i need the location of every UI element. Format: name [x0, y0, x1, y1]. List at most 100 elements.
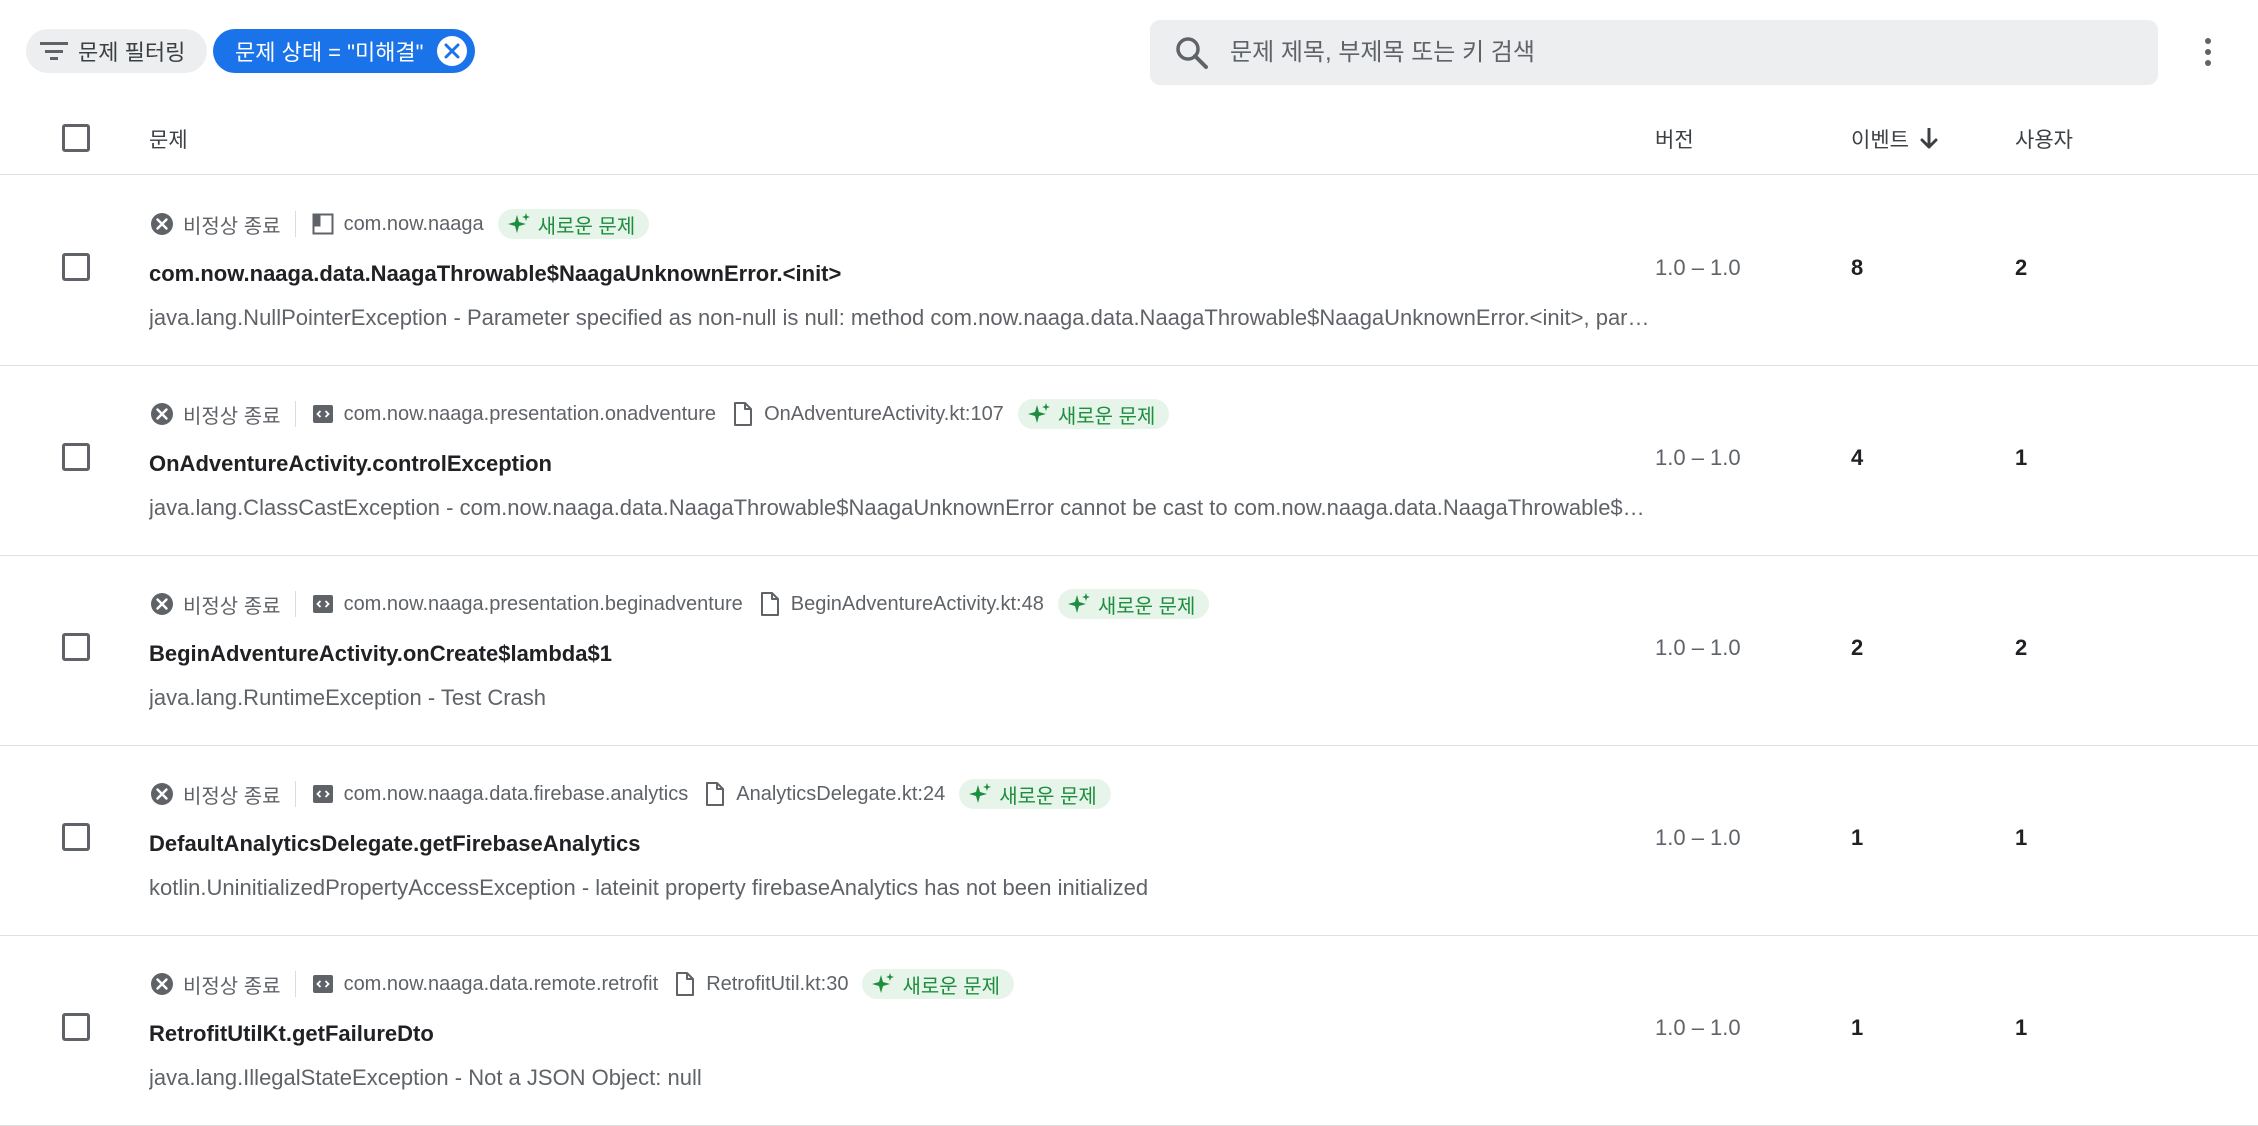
app-icon — [310, 211, 336, 237]
filter-issues-label: 문제 필터링 — [78, 40, 186, 65]
issue-users: 1 — [2015, 1015, 2028, 1040]
new-issue-badge: 새로운 문제 — [1017, 399, 1170, 429]
search-bar[interactable] — [1150, 20, 2158, 85]
column-header-users[interactable]: 사용자 — [2015, 124, 2073, 154]
issue-status-filter-chip[interactable]: 문제 상태 = "미해결" — [213, 29, 476, 73]
issue-meta: 비정상 종료 com.now.naaga.data.remote.retrofi… — [149, 969, 1015, 999]
file-icon — [730, 401, 756, 427]
table-row[interactable]: 비정상 종료 com.now.naaga.data.remote.retrofi… — [0, 935, 2258, 1126]
issue-meta: 비정상 종료 com.now.naaga.presentation.begina… — [149, 589, 1210, 619]
issue-status-filter-label: 문제 상태 = "미해결" — [235, 40, 424, 65]
issue-package: com.now.naaga.presentation.beginadventur… — [343, 592, 743, 615]
issue-type: 비정상 종료 — [183, 785, 281, 808]
row-checkbox[interactable] — [62, 443, 90, 471]
issue-package: com.now.naaga — [343, 212, 484, 235]
crash-icon — [149, 591, 175, 617]
issue-version: 1.0 – 1.0 — [1655, 445, 1741, 470]
issue-meta: 비정상 종료 com.now.naaga.data.firebase.analy… — [149, 779, 1111, 809]
issue-meta: 비정상 종료 com.now.naaga.presentation.onadve… — [149, 399, 1170, 429]
sort-descending-icon — [1919, 128, 1939, 150]
table-row[interactable]: 비정상 종료 com.now.naaga.presentation.begina… — [0, 555, 2258, 746]
sparkle-icon — [1026, 401, 1052, 427]
issue-type: 비정상 종료 — [183, 215, 281, 238]
issue-version: 1.0 – 1.0 — [1655, 825, 1741, 850]
issue-description: kotlin.UninitializedPropertyAccessExcept… — [149, 875, 1149, 900]
toolbar: 문제 필터링 문제 상태 = "미해결" — [0, 0, 2258, 102]
issue-file: BeginAdventureActivity.kt:48 — [790, 592, 1044, 615]
issue-events: 4 — [1851, 445, 1864, 470]
crash-icon — [149, 781, 175, 807]
row-checkbox[interactable] — [62, 253, 90, 281]
issue-events: 1 — [1851, 1015, 1864, 1040]
row-checkbox[interactable] — [62, 1013, 90, 1041]
new-issue-badge: 새로운 문제 — [1057, 589, 1210, 619]
issue-version: 1.0 – 1.0 — [1655, 255, 1741, 280]
issue-version: 1.0 – 1.0 — [1655, 1015, 1741, 1040]
new-issue-label: 새로운 문제 — [537, 215, 636, 238]
issue-type: 비정상 종료 — [183, 975, 281, 998]
code-icon — [310, 781, 336, 807]
filter-issues-chip[interactable]: 문제 필터링 — [26, 29, 208, 73]
issue-title[interactable]: com.now.naaga.data.NaagaThrowable$NaagaU… — [149, 261, 841, 287]
issue-events: 1 — [1851, 825, 1864, 850]
issue-description: java.lang.RuntimeException - Test Crash — [149, 685, 547, 710]
file-icon — [757, 591, 783, 617]
select-all-checkbox[interactable] — [62, 124, 90, 152]
issue-file: AnalyticsDelegate.kt:24 — [736, 782, 946, 805]
new-issue-label: 새로운 문제 — [902, 975, 1001, 998]
issue-file: OnAdventureActivity.kt:107 — [764, 402, 1004, 425]
issue-title[interactable]: OnAdventureActivity.controlException — [149, 451, 552, 477]
issue-meta: 비정상 종료 com.now.naaga 새로운 문제 — [149, 209, 650, 239]
issue-users: 2 — [2015, 255, 2028, 280]
table-row[interactable]: 비정상 종료 com.now.naaga 새로운 문제 com.now.naag… — [0, 175, 2258, 366]
crash-icon — [149, 971, 175, 997]
column-header-version[interactable]: 버전 — [1655, 124, 1694, 154]
issue-type: 비정상 종료 — [183, 405, 281, 428]
issue-title[interactable]: BeginAdventureActivity.onCreate$lambda$1 — [149, 641, 612, 667]
file-icon — [702, 781, 728, 807]
sparkle-icon — [506, 211, 532, 237]
issue-title[interactable]: RetrofitUtilKt.getFailureDto — [149, 1021, 434, 1047]
crash-icon — [149, 401, 175, 427]
issue-users: 2 — [2015, 635, 2028, 660]
table-row[interactable]: 비정상 종료 com.now.naaga.data.firebase.analy… — [0, 745, 2258, 936]
issue-description: java.lang.NullPointerException - Paramet… — [149, 305, 1655, 330]
search-icon — [1174, 35, 1210, 71]
row-checkbox[interactable] — [62, 823, 90, 851]
new-issue-badge: 새로운 문제 — [862, 969, 1015, 999]
issue-package: com.now.naaga.presentation.onadventure — [343, 402, 717, 425]
table-row[interactable]: 비정상 종료 com.now.naaga.presentation.onadve… — [0, 365, 2258, 556]
issue-users: 1 — [2015, 445, 2028, 470]
column-header-issue: 문제 — [149, 129, 188, 152]
code-icon — [310, 401, 336, 427]
code-icon — [310, 971, 336, 997]
new-issue-badge: 새로운 문제 — [959, 779, 1111, 809]
table-header: 문제 버전 이벤트 사용자 — [0, 102, 2258, 175]
column-header-events-label: 이벤트 — [1851, 129, 1909, 152]
new-issue-label: 새로운 문제 — [999, 785, 1097, 808]
file-icon — [672, 971, 698, 997]
sparkle-icon — [1066, 591, 1092, 617]
new-issue-label: 새로운 문제 — [1057, 405, 1156, 428]
column-header-events[interactable]: 이벤트 — [1851, 124, 1939, 154]
crash-icon — [149, 211, 175, 237]
close-icon[interactable] — [437, 36, 468, 66]
sparkle-icon — [870, 971, 896, 997]
issue-package: com.now.naaga.data.remote.retrofit — [343, 972, 659, 995]
search-input[interactable] — [1228, 37, 2112, 68]
sparkle-icon — [967, 781, 993, 807]
new-issue-label: 새로운 문제 — [1097, 595, 1196, 618]
code-icon — [310, 591, 336, 617]
issue-events: 8 — [1851, 255, 1864, 280]
issue-users: 1 — [2015, 825, 2028, 850]
new-issue-badge: 새로운 문제 — [497, 209, 650, 239]
row-checkbox[interactable] — [62, 633, 90, 661]
filter-icon — [38, 35, 70, 67]
more-options-icon[interactable] — [2192, 30, 2224, 74]
issue-type: 비정상 종료 — [183, 595, 281, 618]
issue-title[interactable]: DefaultAnalyticsDelegate.getFirebaseAnal… — [149, 831, 641, 857]
issue-file: RetrofitUtil.kt:30 — [706, 972, 849, 995]
issue-events: 2 — [1851, 635, 1864, 660]
issue-version: 1.0 – 1.0 — [1655, 635, 1741, 660]
issue-package: com.now.naaga.data.firebase.analytics — [343, 782, 689, 805]
